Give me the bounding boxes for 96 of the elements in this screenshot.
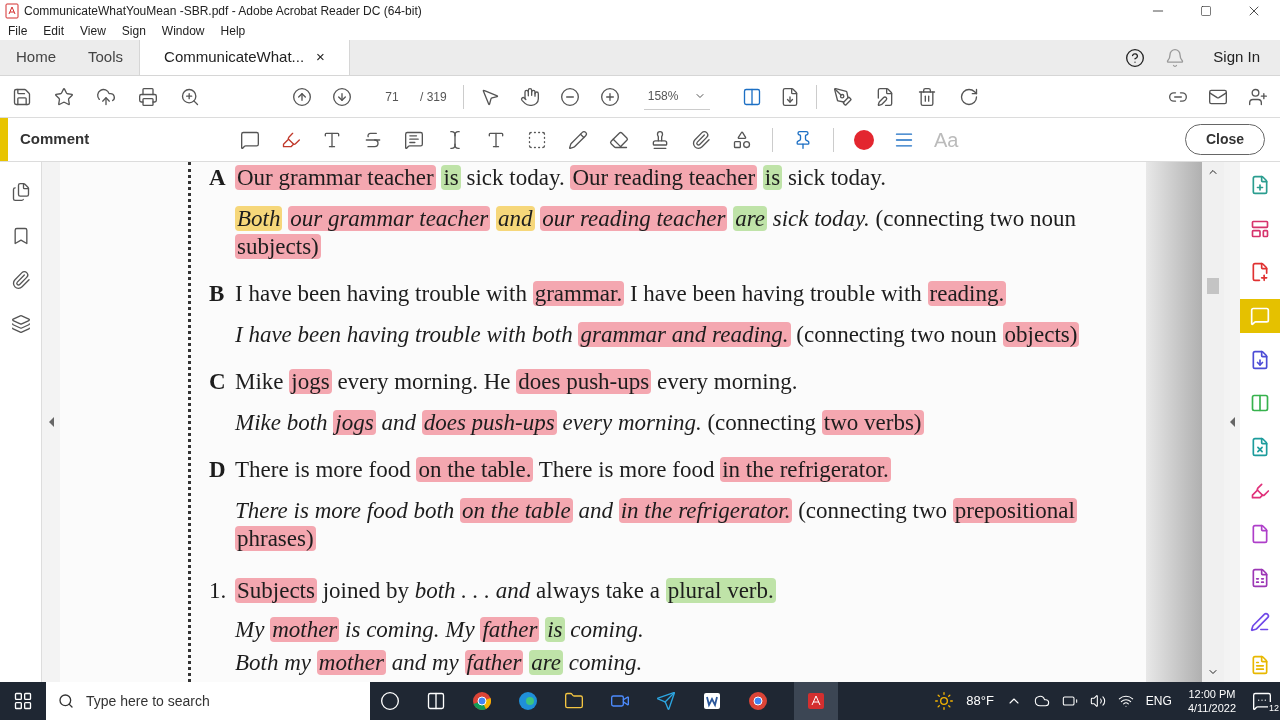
- active-tool-indicator: [0, 118, 8, 161]
- signature-icon[interactable]: [1250, 611, 1270, 632]
- menu-item[interactable]: Sign: [121, 22, 146, 40]
- cloud-icon[interactable]: [1033, 693, 1050, 709]
- tab[interactable]: Tools: [72, 40, 140, 75]
- save-icon[interactable]: [12, 86, 32, 107]
- columns-icon[interactable]: [1250, 393, 1270, 414]
- sentence: Mike jogs every morning. He does push-ups every morning.: [235, 368, 799, 396]
- file-icon[interactable]: [1250, 524, 1270, 545]
- rule-sentence: Subjects joined by both . . . and always take a plural verb.: [235, 577, 776, 605]
- page-total: / 319: [420, 88, 447, 106]
- wifi-icon[interactable]: [1117, 693, 1134, 709]
- scrollbar-thumb[interactable]: [1207, 278, 1219, 294]
- next-page-icon[interactable]: [332, 86, 352, 107]
- tab-close-button[interactable]: ×: [316, 46, 325, 69]
- help-icon[interactable]: [1125, 47, 1146, 68]
- star-icon[interactable]: [54, 86, 74, 107]
- sticky-note-icon[interactable]: [240, 129, 260, 150]
- layout-icon[interactable]: [1250, 218, 1270, 239]
- example-sentence: Both our grammar teacher and our reading teacher are sick today. (connecting two noun subjects): [235, 205, 1078, 261]
- zoom-dropdown[interactable]: 158%: [643, 83, 711, 110]
- menu-item[interactable]: Edit: [43, 22, 65, 40]
- menu-item[interactable]: View: [80, 22, 106, 40]
- chrome-icon[interactable]: [472, 691, 492, 711]
- pages-icon[interactable]: [10, 182, 31, 202]
- clock[interactable]: 12:00 PM 4/11/2022: [1183, 687, 1240, 715]
- example-sentence: Mike both jogs and does push-ups every morning. (connecting two verbs): [235, 409, 925, 437]
- search-placeholder: Type here to search: [86, 691, 210, 711]
- layers-icon[interactable]: [10, 314, 31, 334]
- window-title: CommunicateWhatYouMean -SBR.pdf - Adobe Acrobat Reader DC (64-bit): [24, 3, 422, 20]
- section-letter: B: [209, 280, 226, 308]
- comment-title: Comment: [20, 129, 91, 150]
- search-icon[interactable]: [180, 86, 200, 107]
- language-indicator[interactable]: ENG: [1145, 692, 1172, 710]
- trash-icon[interactable]: [917, 86, 938, 107]
- paperclip-icon[interactable]: [10, 270, 31, 290]
- file-plus-icon[interactable]: [1250, 174, 1270, 195]
- sign-in-button[interactable]: Sign In: [1205, 46, 1268, 69]
- previous-page-icon[interactable]: [292, 86, 312, 107]
- color-swatch[interactable]: [854, 129, 874, 150]
- folder-icon[interactable]: [564, 691, 584, 711]
- print-icon[interactable]: [138, 86, 158, 107]
- highlighter-icon[interactable]: [1250, 480, 1270, 501]
- tab[interactable]: CommunicateWhat... ×: [139, 40, 350, 75]
- task-view-icon[interactable]: [426, 691, 446, 711]
- acrobat-icon: [4, 3, 20, 19]
- telegram-icon[interactable]: [656, 691, 676, 711]
- section-letter: C: [209, 368, 227, 396]
- battery-icon[interactable]: [1061, 693, 1078, 709]
- text-box-icon[interactable]: [527, 129, 547, 150]
- cloud-upload-icon[interactable]: [96, 86, 116, 107]
- rotate-icon[interactable]: [959, 86, 980, 107]
- maximize-icon[interactable]: [1200, 5, 1212, 17]
- windows-start-icon[interactable]: [13, 691, 33, 711]
- sentence: I have been having trouble with grammar. I have been having trouble with reading.: [235, 280, 1008, 308]
- volume-icon[interactable]: [1089, 693, 1106, 709]
- menu-item[interactable]: File: [8, 22, 28, 40]
- attach-icon[interactable]: [691, 129, 711, 150]
- file-export-icon[interactable]: [1250, 349, 1270, 370]
- edge-icon[interactable]: [518, 691, 538, 711]
- example-sentence: Both my mother and my father are coming.: [235, 649, 644, 677]
- file-compress-icon[interactable]: [1250, 436, 1270, 457]
- zoom-in-icon[interactable]: [599, 86, 620, 107]
- tab[interactable]: Home: [0, 40, 72, 75]
- form-icon[interactable]: [1250, 567, 1270, 588]
- rule-number: 1.: [209, 577, 228, 605]
- shapes-icon[interactable]: [732, 129, 752, 150]
- page-number-field[interactable]: 71: [376, 87, 408, 106]
- search-icon: [58, 693, 74, 709]
- stamp-icon[interactable]: [650, 129, 670, 150]
- example-sentence: There is more food both on the table and in the refrigerator. (connecting two prepositional phrases): [235, 497, 1078, 553]
- word-icon[interactable]: [702, 691, 722, 711]
- fit-page-icon[interactable]: [742, 86, 763, 107]
- example-sentence: My mother is coming. My father is coming.: [235, 616, 645, 644]
- section-letter: D: [209, 456, 227, 484]
- chrome-icon[interactable]: [748, 691, 768, 711]
- eraser-icon[interactable]: [609, 129, 629, 150]
- sentence: Our grammar teacher is sick today. Our reading teacher is sick today.: [235, 164, 888, 192]
- weather-icon[interactable]: [934, 691, 955, 711]
- replace-text-icon[interactable]: [404, 129, 424, 150]
- section-letter: A: [209, 164, 227, 192]
- menu-item[interactable]: Help: [220, 22, 246, 40]
- taskbar-search-field[interactable]: Type here to search: [46, 682, 370, 720]
- collapse-right-arrow[interactable]: [1229, 417, 1235, 427]
- acrobat-taskbar-icon[interactable]: [794, 682, 838, 720]
- pencil-icon[interactable]: [568, 129, 588, 150]
- file-add-icon[interactable]: [1250, 262, 1270, 283]
- collapse-left-arrow[interactable]: [48, 417, 54, 427]
- sentence: There is more food on the table. There is more food in the refrigerator.: [235, 456, 892, 484]
- pen-icon[interactable]: [833, 86, 854, 107]
- menu-item[interactable]: Window: [161, 22, 205, 40]
- add-user-icon[interactable]: [1248, 86, 1268, 107]
- hand-icon[interactable]: [519, 86, 540, 107]
- zoom-out-icon[interactable]: [559, 86, 580, 107]
- weather-temperature[interactable]: 88°F: [966, 691, 994, 711]
- example-sentence: I have been having trouble with both grammar and reading. (connecting two noun objects): [235, 321, 1081, 349]
